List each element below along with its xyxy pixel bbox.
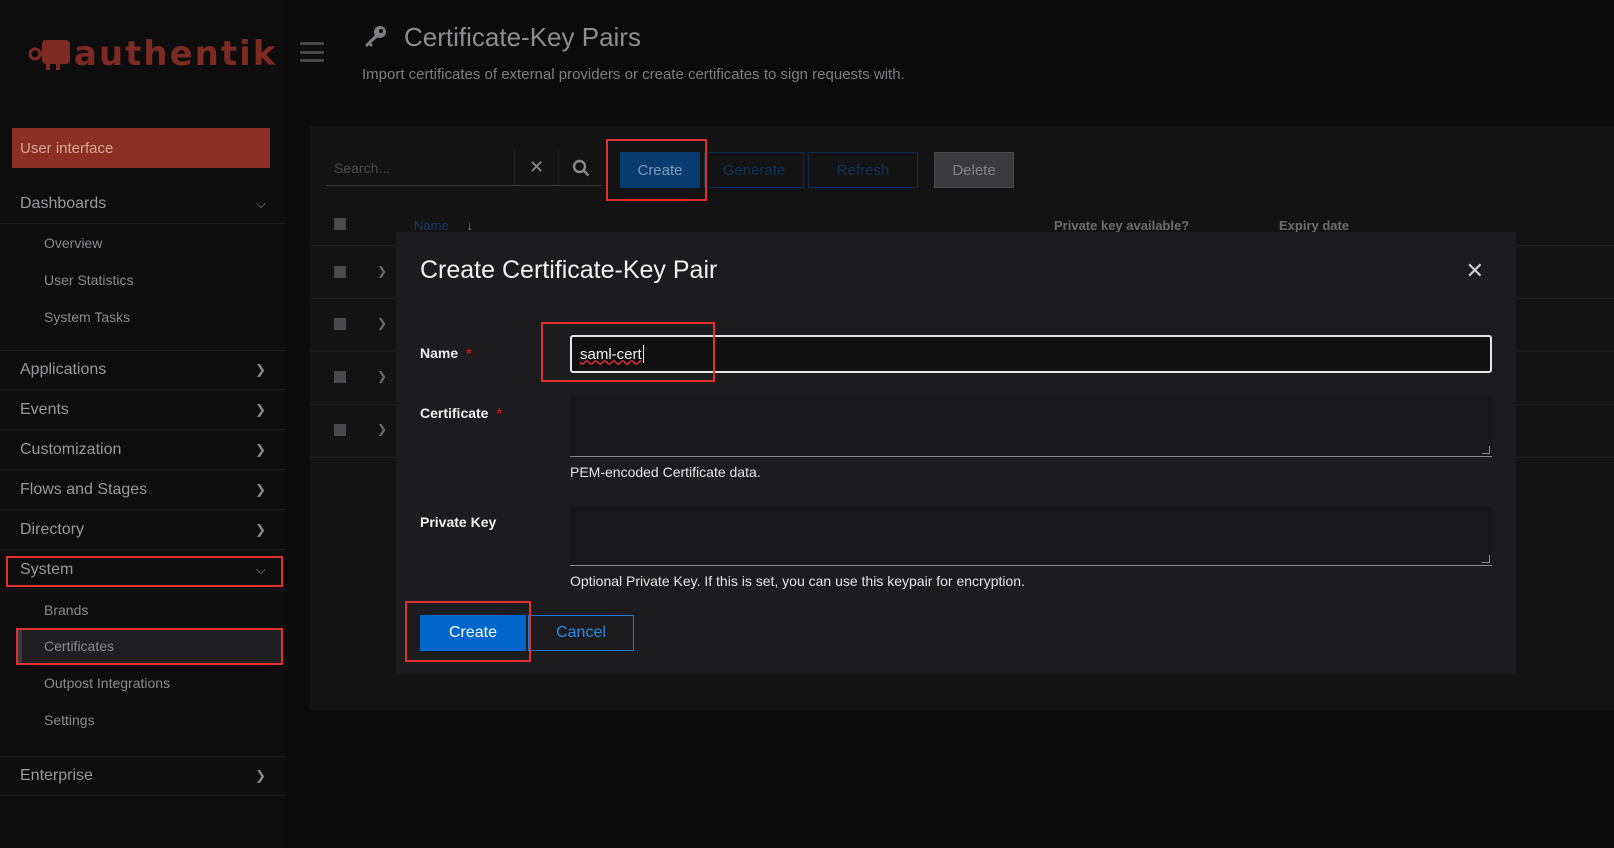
sidebar-section-label: Applications	[20, 361, 107, 378]
sidebar-item-settings[interactable]: Settings	[44, 710, 95, 730]
sidebar-section-label: Flows and Stages	[20, 480, 148, 498]
row-checkbox[interactable]	[334, 266, 346, 278]
expand-row-icon[interactable]: ❯	[377, 422, 387, 436]
sort-arrow-icon: ↓	[466, 218, 473, 233]
sidebar-section-flows-and-stages[interactable]: Flows and Stages ❯	[0, 470, 286, 510]
sidebar-item-overview[interactable]: Overview	[44, 233, 102, 253]
chevron-down-icon: ⌵	[256, 561, 266, 577]
sidebar-section-label: Enterprise	[20, 767, 93, 784]
page-title: Certificate-Key Pairs	[404, 22, 641, 52]
sidebar-section-directory[interactable]: Directory ❯	[0, 510, 286, 550]
private-key-label: Private Key	[420, 514, 497, 530]
sidebar-section-label: Events	[20, 400, 69, 418]
sidebar-item-user-statistics[interactable]: User Statistics	[44, 270, 133, 290]
sidebar-item-certificates[interactable]: Certificates	[44, 636, 114, 656]
authentik-logo[interactable]: authentik	[28, 34, 277, 74]
search-icon	[572, 159, 589, 176]
sidebar-section-applications[interactable]: Applications ❯	[0, 350, 286, 390]
generate-button[interactable]: Generate	[704, 152, 804, 188]
hamburger-menu-icon[interactable]	[300, 42, 324, 62]
column-header-name[interactable]: Name ↓	[414, 218, 473, 233]
required-asterisk: *	[496, 405, 502, 421]
text-caret	[642, 345, 644, 363]
clear-search-button[interactable]: ✕	[514, 150, 558, 186]
close-icon: ✕	[528, 157, 545, 177]
row-checkbox[interactable]	[334, 318, 346, 330]
required-asterisk: *	[466, 345, 472, 361]
private-key-textarea[interactable]	[570, 506, 1492, 566]
user-interface-button[interactable]: User interface	[12, 128, 270, 168]
authentik-logo-text: authentik	[74, 34, 278, 74]
chevron-right-icon: ❯	[255, 768, 266, 783]
sidebar-section-label: Dashboards	[20, 194, 107, 212]
name-label: Name *	[420, 345, 472, 361]
resize-grip-icon[interactable]	[1482, 446, 1490, 454]
sidebar-section-label: Customization	[20, 440, 122, 458]
create-button[interactable]: Create	[620, 152, 700, 188]
create-certificate-modal: Create Certificate-Key Pair ✕ Name * saml…	[396, 232, 1516, 674]
private-key-helper-text: Optional Private Key. If this is set, yo…	[570, 573, 1025, 589]
row-checkbox[interactable]	[334, 424, 346, 436]
select-all-checkbox[interactable]	[334, 218, 346, 230]
column-header-private-key[interactable]: Private key available?	[1054, 218, 1189, 233]
chevron-right-icon: ❯	[255, 362, 266, 377]
search-input[interactable]: Search...	[326, 150, 514, 186]
certificate-textarea[interactable]	[570, 397, 1492, 457]
column-header-expiry-date[interactable]: Expiry date	[1279, 218, 1349, 233]
column-header-label: Name	[414, 218, 449, 233]
name-input-value: saml-cert	[580, 345, 642, 363]
resize-grip-icon[interactable]	[1482, 555, 1490, 563]
chevron-right-icon: ❯	[255, 481, 266, 497]
sidebar-section-label: Directory	[20, 520, 85, 538]
close-modal-button[interactable]: ✕	[1466, 258, 1484, 284]
sidebar-section-label: System	[20, 560, 74, 578]
expand-row-icon[interactable]: ❯	[377, 264, 387, 278]
authentik-logo-icon	[28, 40, 70, 70]
chevron-right-icon: ❯	[255, 401, 266, 417]
key-icon	[365, 26, 386, 47]
page-description: Import certificates of external provider…	[362, 66, 905, 83]
chevron-right-icon: ❯	[255, 521, 266, 537]
modal-title: Create Certificate-Key Pair	[420, 256, 718, 284]
modal-create-button[interactable]: Create	[420, 615, 526, 651]
expand-row-icon[interactable]: ❯	[377, 369, 387, 383]
sidebar-section-customization[interactable]: Customization ❯	[0, 430, 286, 470]
refresh-button[interactable]: Refresh	[808, 152, 918, 188]
expand-row-icon[interactable]: ❯	[377, 316, 387, 330]
modal-cancel-button[interactable]: Cancel	[528, 615, 634, 651]
certificate-helper-text: PEM-encoded Certificate data.	[570, 464, 761, 480]
row-checkbox[interactable]	[334, 371, 346, 383]
search-button[interactable]	[558, 150, 602, 186]
sidebar: authentik User interface Dashboards ⌵ Ov…	[0, 0, 286, 848]
name-input[interactable]: saml-cert	[570, 335, 1492, 373]
sidebar-item-outpost-integrations[interactable]: Outpost Integrations	[44, 673, 170, 693]
field-label-text: Name	[420, 345, 459, 361]
sidebar-section-enterprise[interactable]: Enterprise ❯	[0, 756, 286, 796]
sidebar-item-brands[interactable]: Brands	[44, 600, 88, 620]
sidebar-section-dashboards[interactable]: Dashboards ⌵	[0, 184, 286, 224]
sidebar-section-system[interactable]: System ⌵	[0, 550, 286, 590]
field-label-text: Certificate	[420, 405, 489, 421]
sidebar-section-events[interactable]: Events ❯	[0, 390, 286, 430]
delete-button[interactable]: Delete	[934, 152, 1014, 188]
certificate-label: Certificate *	[420, 405, 502, 421]
sidebar-item-system-tasks[interactable]: System Tasks	[44, 307, 130, 327]
chevron-right-icon: ❯	[255, 441, 266, 457]
close-icon: ✕	[1465, 258, 1484, 283]
chevron-down-icon: ⌵	[256, 195, 266, 211]
